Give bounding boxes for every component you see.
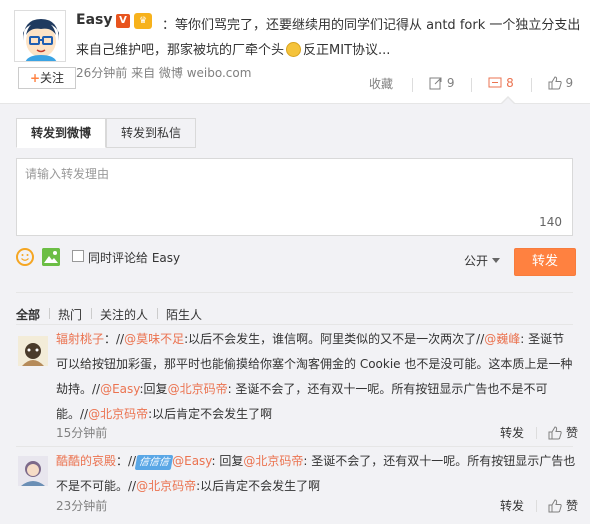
comment-user-badge: 信信信 xyxy=(134,455,174,470)
thumbs-up-icon xyxy=(548,76,562,90)
favorite-label: 收藏 xyxy=(368,76,393,91)
image-upload-icon[interactable] xyxy=(42,248,60,266)
comment-repost-button[interactable]: 转发 xyxy=(500,424,524,441)
visibility-value: 公开 xyxy=(464,254,489,268)
post-author-name[interactable]: Easy xyxy=(76,12,112,28)
mention-link[interactable]: @巍峰 xyxy=(484,332,520,346)
filter-all[interactable]: 全部 xyxy=(16,306,49,323)
thumbs-up-icon xyxy=(548,498,562,512)
mention-link[interactable]: @Easy xyxy=(100,382,139,396)
visibility-dropdown[interactable]: 公开 xyxy=(464,252,501,269)
filter-hot[interactable]: 热门 xyxy=(49,306,91,323)
like-count: 9 xyxy=(565,76,574,90)
repost-tabs: 转发到微博 转发到私信 xyxy=(16,118,197,148)
panel-pointer-inner xyxy=(502,98,514,104)
comment-like-button[interactable]: 赞 xyxy=(548,497,578,514)
comment-text: : 回复 xyxy=(211,454,244,468)
comment-text: :回复 xyxy=(139,382,168,396)
repost-reason-placeholder: 请输入转发理由 xyxy=(25,167,110,181)
comment-button[interactable]: 8 xyxy=(471,76,530,92)
mention-link[interactable]: @北京码帝 xyxy=(243,454,303,468)
filter-following[interactable]: 关注的人 xyxy=(91,306,157,323)
repost-toolbar: 同时评论给 Easy 公开 转发 xyxy=(16,248,576,276)
repost-submit-button[interactable]: 转发 xyxy=(514,248,576,276)
comment-like-label: 赞 xyxy=(566,426,579,440)
comment-username[interactable]: 辐射桃子 xyxy=(56,332,104,346)
follow-label: 关注 xyxy=(40,71,65,85)
commenter-avatar[interactable] xyxy=(18,456,48,486)
verified-badge-icon: V xyxy=(116,14,130,28)
tab-repost-to-message[interactable]: 转发到私信 xyxy=(106,118,197,148)
mention-link[interactable]: @北京码帝 xyxy=(168,382,228,396)
comment-body: 酷酷的哀殿：//信信信 @Easy: 回复@北京码帝: 圣诞不会了，还有双十一呢。… xyxy=(56,449,576,499)
vip-crown-icon: ♛ xyxy=(134,13,152,29)
comment-username[interactable]: 酷酷的哀殿 xyxy=(56,454,116,468)
like-button[interactable]: 9 xyxy=(530,76,590,92)
mention-link[interactable]: @北京码帝 xyxy=(88,407,148,421)
plus-icon: + xyxy=(29,71,41,85)
comment-text: :以后肯定不会发生了啊 xyxy=(196,479,321,493)
comment-time: 15分钟前 xyxy=(56,426,108,440)
author-avatar[interactable] xyxy=(14,10,66,62)
comment-repost-button[interactable]: 转发 xyxy=(500,497,524,514)
repost-reason-input[interactable]: 请输入转发理由 140 xyxy=(16,158,573,236)
mention-link[interactable]: @Easy xyxy=(172,454,211,468)
thumbs-up-icon xyxy=(548,425,562,439)
post-text-part2: 反正MIT协议... xyxy=(303,43,391,58)
sync-comment-label: 同时评论给 Easy xyxy=(88,251,181,265)
divider xyxy=(16,324,573,325)
tab-repost-to-weibo[interactable]: 转发到微博 xyxy=(16,118,107,148)
emoji-picker-icon[interactable] xyxy=(16,248,34,266)
comment-time: 23分钟前 xyxy=(56,499,108,513)
comment-like-label: 赞 xyxy=(566,499,579,513)
comment-text: ：// xyxy=(104,332,125,346)
comment-icon xyxy=(488,77,502,88)
chevron-down-icon xyxy=(492,258,501,263)
comment-text: ：// xyxy=(116,454,137,468)
repost-count: 9 xyxy=(446,76,455,90)
mention-link[interactable]: @莫味不足 xyxy=(124,332,184,346)
comment-body: 辐射桃子：//@莫味不足:以后不会发生，谁信啊。阿里类似的又不是一次两次了//@… xyxy=(56,327,576,427)
mention-link[interactable]: @北京码帝 xyxy=(136,479,196,493)
filter-strangers[interactable]: 陌生人 xyxy=(157,306,211,323)
follow-button[interactable]: +关注 xyxy=(18,67,76,89)
divider xyxy=(16,292,573,293)
commenter-avatar[interactable] xyxy=(18,336,48,366)
comment-count: 8 xyxy=(506,76,514,90)
char-counter: 140 xyxy=(539,215,562,229)
comment-like-button[interactable]: 赞 xyxy=(548,424,578,441)
comment-text: :以后不会发生，谁信啊。阿里类似的又不是一次两次了// xyxy=(184,332,485,346)
repost-icon xyxy=(429,77,442,90)
sync-comment-checkbox[interactable] xyxy=(72,250,84,262)
repost-button[interactable]: 9 xyxy=(412,76,471,92)
post-meta: 26分钟前 来自 微博 weibo.com xyxy=(76,66,252,80)
divider xyxy=(16,446,573,447)
comment-filter-tabs: 全部 热门 关注的人 陌生人 xyxy=(16,306,211,323)
favorite-button[interactable]: 收藏 xyxy=(350,75,412,92)
post-action-bar: 收藏 9 8 9 xyxy=(350,68,590,98)
divider xyxy=(536,500,537,512)
emoji-icon xyxy=(286,42,302,57)
comment-text: :以后肯定不会发生了啊 xyxy=(148,407,273,421)
divider xyxy=(536,427,537,439)
